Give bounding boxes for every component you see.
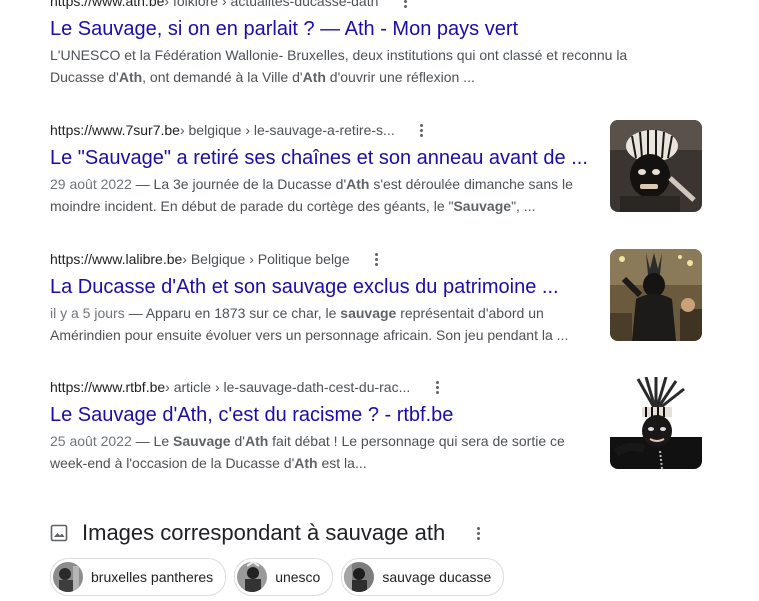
more-options-icon[interactable] bbox=[415, 120, 429, 140]
snippet-highlight: Sauvage bbox=[453, 198, 512, 214]
snippet-text: représentait d'abord un bbox=[396, 305, 544, 321]
result-path: › article › le-sauvage-dath-cest-du-rac.… bbox=[165, 379, 411, 395]
chip-bruxelles-pantheres[interactable]: bruxelles pantheres bbox=[50, 558, 227, 596]
snippet-line: moindre incident. En début de parade du … bbox=[50, 195, 600, 217]
snippet-text: Amérindien pour ensuite évoluer vers un … bbox=[50, 327, 569, 343]
more-options-icon[interactable] bbox=[471, 523, 485, 543]
result-title-link[interactable]: La Ducasse d'Ath et son sauvage exclus d… bbox=[50, 274, 600, 300]
chip-sauvage-ducasse[interactable]: sauvage ducasse bbox=[341, 558, 505, 596]
more-options-icon[interactable] bbox=[398, 0, 412, 11]
masked-figure-photo-icon bbox=[610, 120, 702, 212]
snippet-text: ", ... bbox=[511, 198, 536, 214]
chip-thumbnail bbox=[344, 562, 375, 592]
search-result-lalibre: https://www.lalibre.be › Belgique › Poli… bbox=[50, 249, 600, 346]
snippet-highlight: Ath bbox=[118, 69, 143, 85]
snippet-text: — Le bbox=[131, 433, 173, 449]
snippet-line: Ducasse d'Ath, ont demandé à la Ville d'… bbox=[50, 66, 710, 88]
chip-thumbnail bbox=[237, 562, 268, 592]
snippet-line: 29 août 2022 — La 3e journée de la Ducas… bbox=[50, 173, 600, 195]
snippet-highlight: sauvage bbox=[340, 305, 397, 321]
result-cite[interactable]: https://www.lalibre.be › Belgique › Poli… bbox=[50, 249, 600, 269]
result-snippet: il y a 5 jours — Apparu en 1873 sur ce c… bbox=[50, 302, 600, 346]
snippet-text: moindre incident. En début de parade du … bbox=[50, 198, 454, 214]
result-thumbnail-image[interactable] bbox=[610, 249, 702, 341]
snippet-highlight: Ath bbox=[294, 455, 318, 471]
result-cite[interactable]: https://www.ath.be › folklore › actualit… bbox=[50, 0, 710, 11]
result-path: › Belgique › Politique belge bbox=[182, 251, 350, 267]
result-title-link[interactable]: Le "Sauvage" a retiré ses chaînes et son… bbox=[50, 145, 600, 171]
snippet-text: est la... bbox=[317, 455, 367, 471]
result-snippet: 29 août 2022 — La 3e journée de la Ducas… bbox=[50, 173, 600, 217]
result-domain: https://www.7sur7.be bbox=[50, 122, 180, 138]
result-domain: https://www.lalibre.be bbox=[50, 251, 183, 267]
images-section-header: Images correspondant à sauvage ath bbox=[50, 518, 485, 548]
chip-label: sauvage ducasse bbox=[382, 569, 492, 585]
snippet-highlight: Ath bbox=[302, 69, 326, 85]
snippet-highlight: Ath bbox=[346, 176, 370, 192]
snippet-text: L'UNESCO et la Fédération Wallonie- Brux… bbox=[50, 47, 628, 63]
result-title-link[interactable]: Le Sauvage, si on en parlait ? — Ath - M… bbox=[50, 16, 710, 42]
related-image-chips: bruxelles pantheres unesco sauvage ducas… bbox=[50, 558, 505, 596]
result-path: › belgique › le-sauvage-a-retire-s... bbox=[179, 122, 395, 138]
snippet-highlight: Sauvage bbox=[173, 433, 231, 449]
snippet-line: L'UNESCO et la Fédération Wallonie- Brux… bbox=[50, 44, 710, 66]
image-icon bbox=[50, 524, 68, 542]
chip-unesco[interactable]: unesco bbox=[234, 558, 334, 596]
snippet-line: Amérindien pour ensuite évoluer vers un … bbox=[50, 324, 600, 346]
snippet-date: 29 août 2022 bbox=[50, 176, 132, 192]
parade-crowd-photo-icon bbox=[610, 249, 702, 341]
chip-label: bruxelles pantheres bbox=[91, 569, 214, 585]
feathered-headdress-photo-icon bbox=[610, 377, 702, 469]
snippet-text: — La 3e journée de la Ducasse d' bbox=[131, 176, 347, 192]
snippet-text: week-end à l'occasion de la Ducasse d' bbox=[50, 455, 295, 471]
snippet-line: 25 août 2022 — Le Sauvage d'Ath fait déb… bbox=[50, 430, 600, 452]
chip-thumbnail bbox=[53, 562, 83, 592]
snippet-date: 25 août 2022 bbox=[50, 433, 132, 449]
result-path: › folklore › actualites-ducasse-dath bbox=[164, 0, 379, 9]
result-domain: https://www.rtbf.be bbox=[50, 379, 166, 395]
result-snippet: L'UNESCO et la Fédération Wallonie- Brux… bbox=[50, 44, 710, 88]
snippet-text: fait débat ! Le personnage qui sera de s… bbox=[268, 433, 565, 449]
more-options-icon[interactable] bbox=[370, 249, 384, 269]
snippet-text: d'ouvrir une réflexion ... bbox=[325, 69, 475, 85]
snippet-text: s'est déroulée dimanche sans le bbox=[369, 176, 573, 192]
result-snippet: 25 août 2022 — Le Sauvage d'Ath fait déb… bbox=[50, 430, 600, 474]
result-thumbnail-image[interactable] bbox=[610, 120, 702, 212]
snippet-line: il y a 5 jours — Apparu en 1873 sur ce c… bbox=[50, 302, 600, 324]
result-cite[interactable]: https://www.rtbf.be › article › le-sauva… bbox=[50, 377, 600, 397]
search-result-rtbf: https://www.rtbf.be › article › le-sauva… bbox=[50, 377, 600, 474]
chip-label: unesco bbox=[275, 569, 321, 585]
search-result-ath: https://www.ath.be › folklore › actualit… bbox=[50, 0, 710, 88]
more-options-icon[interactable] bbox=[430, 377, 444, 397]
snippet-text: Ducasse d' bbox=[50, 69, 119, 85]
result-cite[interactable]: https://www.7sur7.be › belgique › le-sau… bbox=[50, 120, 600, 140]
snippet-text: — Apparu en 1873 sur ce char, le bbox=[124, 305, 341, 321]
result-thumbnail-image[interactable] bbox=[610, 377, 702, 469]
images-section-title: Images correspondant à sauvage ath bbox=[82, 520, 446, 545]
search-result-7sur7: https://www.7sur7.be › belgique › le-sau… bbox=[50, 120, 600, 217]
snippet-text: , ont demandé à la Ville d' bbox=[142, 69, 303, 85]
snippet-date: il y a 5 jours bbox=[50, 305, 125, 321]
result-domain: https://www.ath.be bbox=[50, 0, 165, 9]
result-title-link[interactable]: Le Sauvage d'Ath, c'est du racisme ? - r… bbox=[50, 402, 600, 428]
snippet-line: week-end à l'occasion de la Ducasse d'At… bbox=[50, 452, 600, 474]
snippet-text: d' bbox=[230, 433, 245, 449]
snippet-highlight: Ath bbox=[244, 433, 269, 449]
